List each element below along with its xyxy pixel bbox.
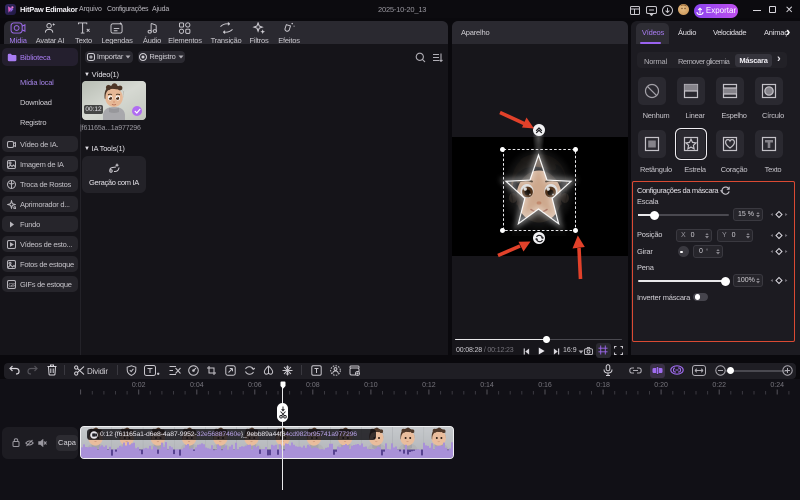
svg-text:0:20: 0:20 [654,382,668,389]
svg-text:0:06: 0:06 [248,382,262,389]
svg-text:0:08: 0:08 [306,382,320,389]
svg-text:0:02: 0:02 [132,382,146,389]
svg-text:0:10: 0:10 [364,382,378,389]
svg-text:0:14: 0:14 [480,382,494,389]
svg-text:0:12: 0:12 [422,382,436,389]
svg-text:0:04: 0:04 [190,382,204,389]
svg-text:0:18: 0:18 [596,382,610,389]
svg-text:0:24: 0:24 [770,382,784,389]
svg-text:0:22: 0:22 [712,382,726,389]
svg-text:0:16: 0:16 [538,382,552,389]
